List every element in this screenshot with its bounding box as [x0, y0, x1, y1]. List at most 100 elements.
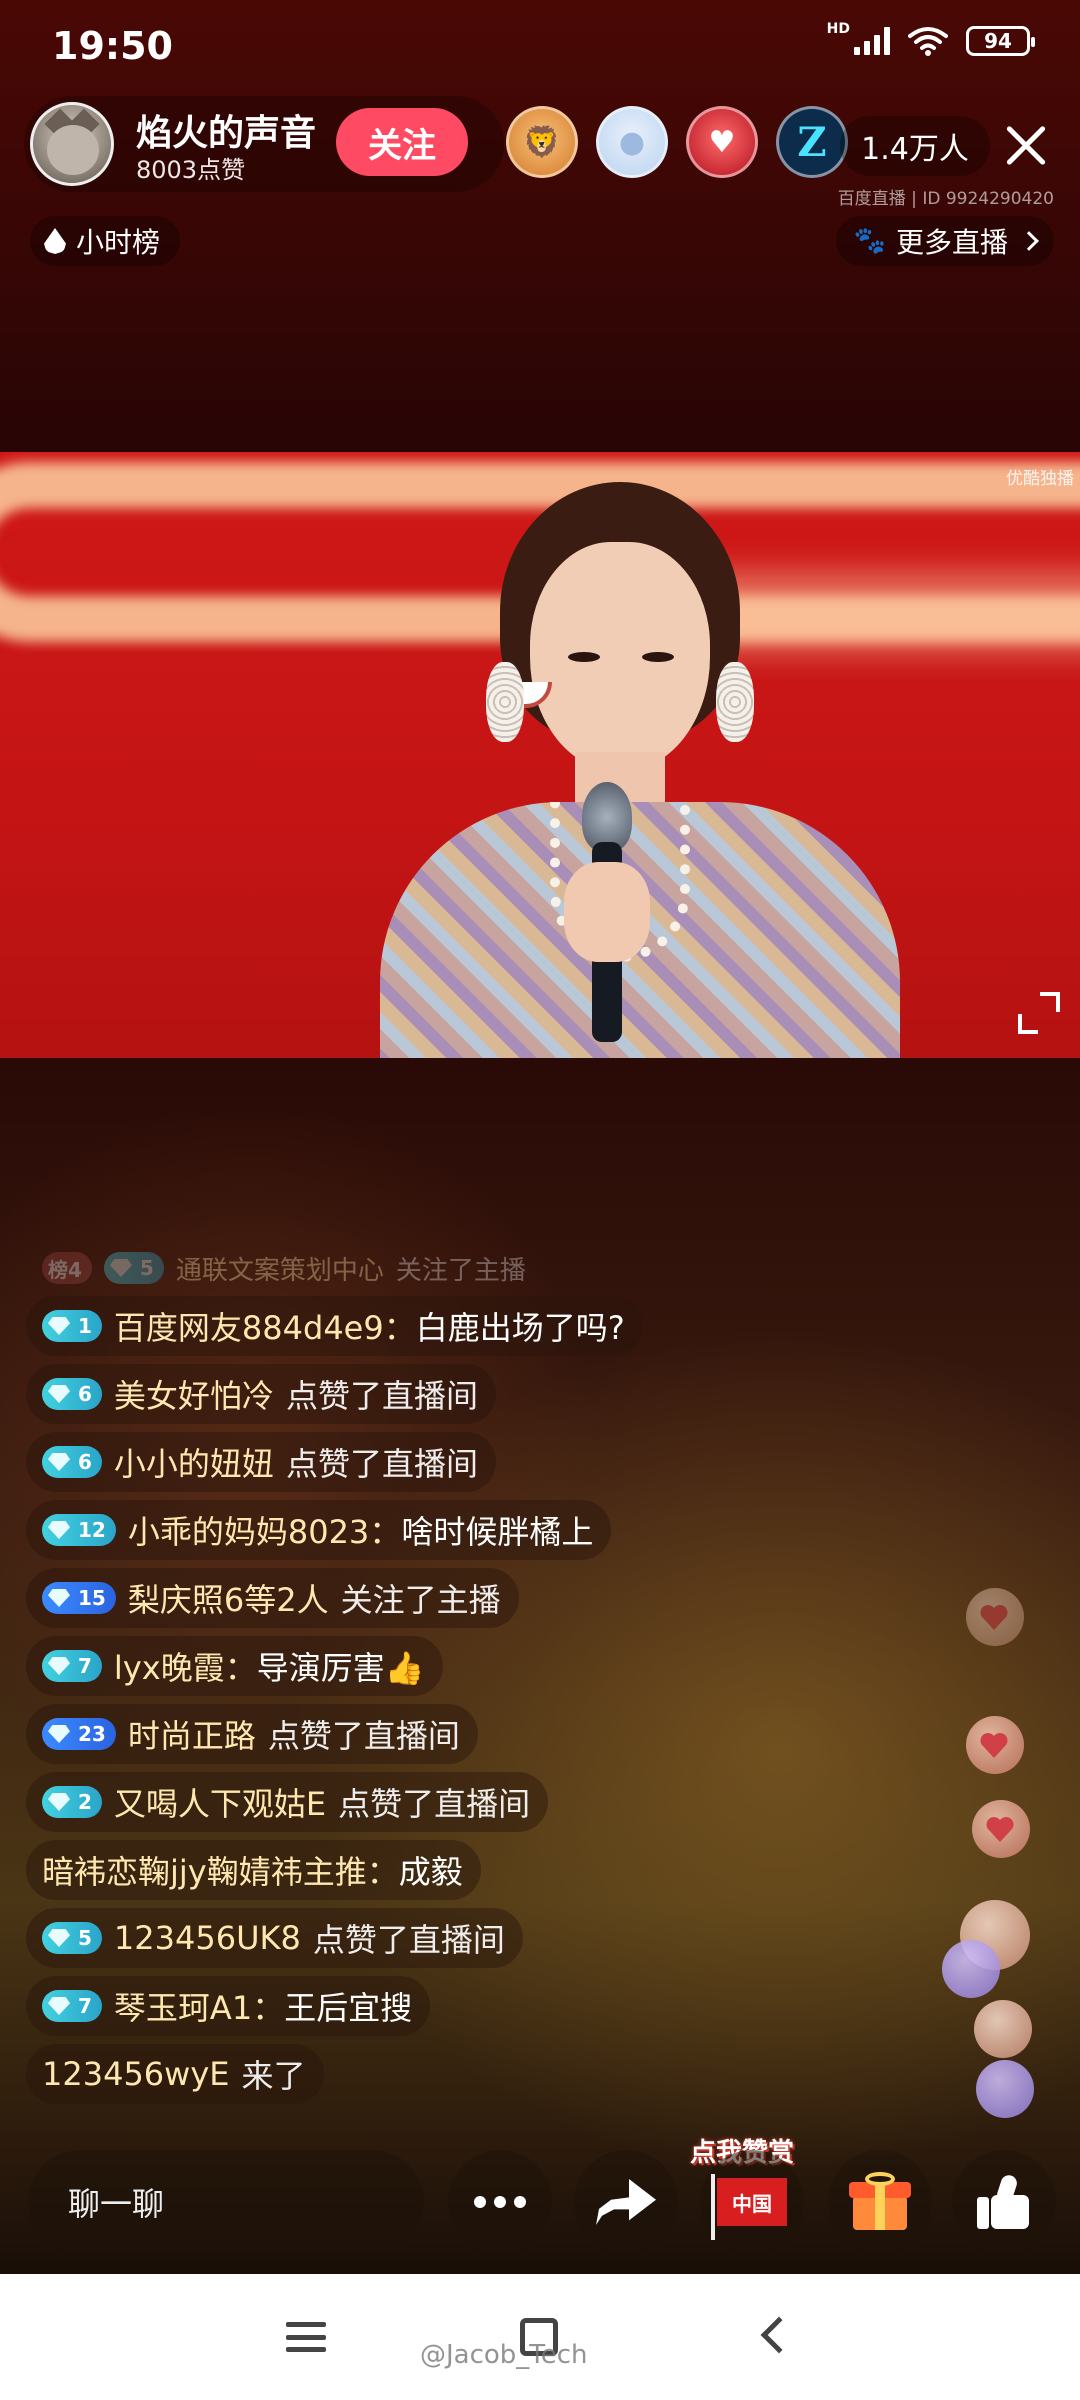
level-badge: 23 — [42, 1718, 116, 1750]
live-video[interactable]: 优酷独播 — [0, 452, 1080, 1058]
chat-username[interactable]: 123456wyE — [42, 2055, 229, 2093]
chat-colon: ： — [383, 1309, 416, 1347]
chat-username[interactable]: 百度网友884d4e9 — [114, 1303, 384, 1349]
chat-list: 榜4 5 通联文案策划中心 关注了主播 1 百度网友884d4e9： 白鹿出场了… — [26, 1248, 826, 2112]
chat-username[interactable]: 美女好怕冷 — [114, 1371, 274, 1417]
share-icon — [596, 2179, 656, 2225]
chat-action: 点赞了直播间 — [312, 1921, 505, 1959]
streamer-avatar[interactable] — [30, 102, 114, 186]
system-nav-bar — [0, 2274, 1080, 2400]
chat-username[interactable]: 通联文案策划中心 — [176, 1250, 384, 1287]
streamer-card[interactable]: 焰火的声音 8003点赞 关注 — [24, 96, 504, 192]
viewer-count[interactable]: 1.4万人 — [840, 116, 990, 176]
level-number: 7 — [78, 1994, 92, 2018]
share-button[interactable] — [574, 2150, 678, 2254]
diamond-icon — [48, 1997, 70, 2015]
chat-username[interactable]: lyx晚霞 — [114, 1643, 225, 1689]
level-badge: 15 — [42, 1582, 116, 1614]
more-live-button[interactable]: 🐾 更多直播 — [835, 216, 1054, 266]
diamond-icon — [48, 1521, 70, 1539]
flag-text: 中国 — [732, 2191, 772, 2216]
chat-message: 6 美女好怕冷 点赞了直播间 — [26, 1364, 496, 1424]
chat-message: 123456wyE 来了 — [26, 2044, 324, 2104]
level-number: 1 — [78, 1314, 92, 1338]
chat-text: 啥时候胖橘上 — [401, 1513, 594, 1551]
streamer-name[interactable]: 焰火的声音 — [136, 104, 316, 156]
recent-apps-icon[interactable] — [286, 2322, 326, 2352]
chevron-right-icon — [1019, 231, 1039, 251]
follow-button[interactable]: 关注 — [336, 108, 468, 176]
more-button[interactable] — [448, 2150, 552, 2254]
level-badge: 5 — [103, 1252, 164, 1284]
chat-message: 5 123456UK8 点赞了直播间 — [26, 1908, 523, 1968]
hd-indicator: HD — [826, 21, 850, 37]
chat-message: 暗袆恋鞠jjy鞠婧祎主推： 成毅 — [26, 1840, 481, 1900]
chat-username[interactable]: 暗袆恋鞠jjy鞠婧祎主推 — [42, 1847, 367, 1893]
default-user-avatar-icon[interactable]: ● — [596, 106, 668, 178]
chat-action: 关注了主播 — [395, 1255, 526, 1286]
z-logo-avatar-icon[interactable]: Z — [776, 106, 848, 178]
chat-action: 点赞了直播间 — [285, 1377, 478, 1415]
back-icon[interactable] — [760, 2316, 798, 2354]
lion-cub-avatar-icon[interactable]: 🦁 — [506, 106, 578, 178]
gift-box-icon — [847, 2172, 913, 2232]
fullscreen-icon[interactable] — [1018, 992, 1060, 1034]
chat-message: 15 梨庆照6等2人 关注了主播 — [26, 1568, 519, 1628]
floating-clap-icon — [974, 2000, 1032, 2058]
china-flag-icon: 中国 — [711, 2174, 787, 2240]
host-figure — [380, 482, 900, 1058]
chat-text: 成毅 — [398, 1853, 463, 1891]
thumbs-up-icon — [977, 2173, 1031, 2229]
room-id-text: ID 9924290420 — [922, 189, 1054, 209]
more-live-label: 更多直播 — [895, 226, 1008, 259]
streamer-likes: 8003点赞 — [136, 156, 246, 184]
level-number: 15 — [78, 1586, 106, 1610]
chat-message: 23 时尚正路 点赞了直播间 — [26, 1704, 478, 1764]
chat-message: 1 百度网友884d4e9： 白鹿出场了吗? — [26, 1296, 643, 1356]
level-badge: 6 — [42, 1446, 102, 1478]
chat-message: 12 小乖的妈妈8023： 啥时候胖橘上 — [26, 1500, 612, 1560]
chat-username[interactable]: 又喝人下观姑E — [114, 1779, 326, 1825]
level-badge: 12 — [42, 1514, 116, 1546]
chat-username[interactable]: 123456UK8 — [114, 1919, 301, 1957]
level-badge: 7 — [42, 1990, 102, 2022]
level-badge: 5 — [42, 1922, 102, 1954]
top-viewers: 🦁 ● ♥ Z — [506, 106, 848, 178]
live-room-screen: 19:50 HD 94 焰火的声音 8003点赞 关注 🦁 ● ♥ Z 1.4万… — [0, 0, 1080, 2400]
hour-rank-label: 小时榜 — [76, 226, 161, 259]
hour-rank-button[interactable]: 小时榜 — [30, 216, 181, 266]
status-bar: 19:50 HD 94 — [0, 0, 1080, 90]
chat-username[interactable]: 梨庆照6等2人 — [128, 1575, 329, 1621]
chat-action: 点赞了直播间 — [338, 1785, 531, 1823]
chat-action: 来了 — [241, 2057, 306, 2095]
chat-username[interactable]: 小乖的妈妈8023 — [128, 1507, 369, 1553]
chat-message: 6 小小的妞妞 点赞了直播间 — [26, 1432, 496, 1492]
chat-username[interactable]: 时尚正路 — [128, 1711, 256, 1757]
level-badge: 2 — [42, 1786, 102, 1818]
chat-action: 点赞了直播间 — [267, 1717, 460, 1755]
chat-username[interactable]: 小小的妞妞 — [114, 1439, 274, 1485]
chat-action: 点赞了直播间 — [285, 1445, 478, 1483]
chat-username[interactable]: 琴玉珂A1 — [114, 1983, 252, 2029]
gift-button[interactable] — [828, 2150, 932, 2254]
chat-input[interactable]: 聊一聊 — [28, 2150, 424, 2254]
diamond-icon — [48, 1317, 70, 1335]
like-button[interactable] — [952, 2150, 1056, 2254]
diamond-icon — [48, 1657, 70, 1675]
more-dots-icon — [474, 2196, 526, 2208]
paw-icon: 🐾 — [853, 226, 886, 256]
level-number: 12 — [78, 1518, 106, 1542]
close-icon[interactable] — [996, 116, 1056, 176]
china-flag-gift-button[interactable]: 中国 — [700, 2150, 804, 2254]
level-badge: 6 — [42, 1378, 102, 1410]
clock: 19:50 — [52, 24, 173, 68]
platform-name: 百度直播 — [837, 189, 906, 209]
level-number: 5 — [139, 1256, 154, 1280]
room-id: 百度直播 | ID 9924290420 — [837, 189, 1054, 209]
diamond-icon — [48, 1589, 70, 1607]
love-heart-avatar-icon[interactable]: ♥ — [686, 106, 758, 178]
chat-colon: ： — [369, 1513, 402, 1551]
system-icons: HD 94 — [827, 21, 1035, 56]
diamond-icon — [48, 1385, 70, 1403]
diamond-icon — [48, 1929, 70, 1947]
